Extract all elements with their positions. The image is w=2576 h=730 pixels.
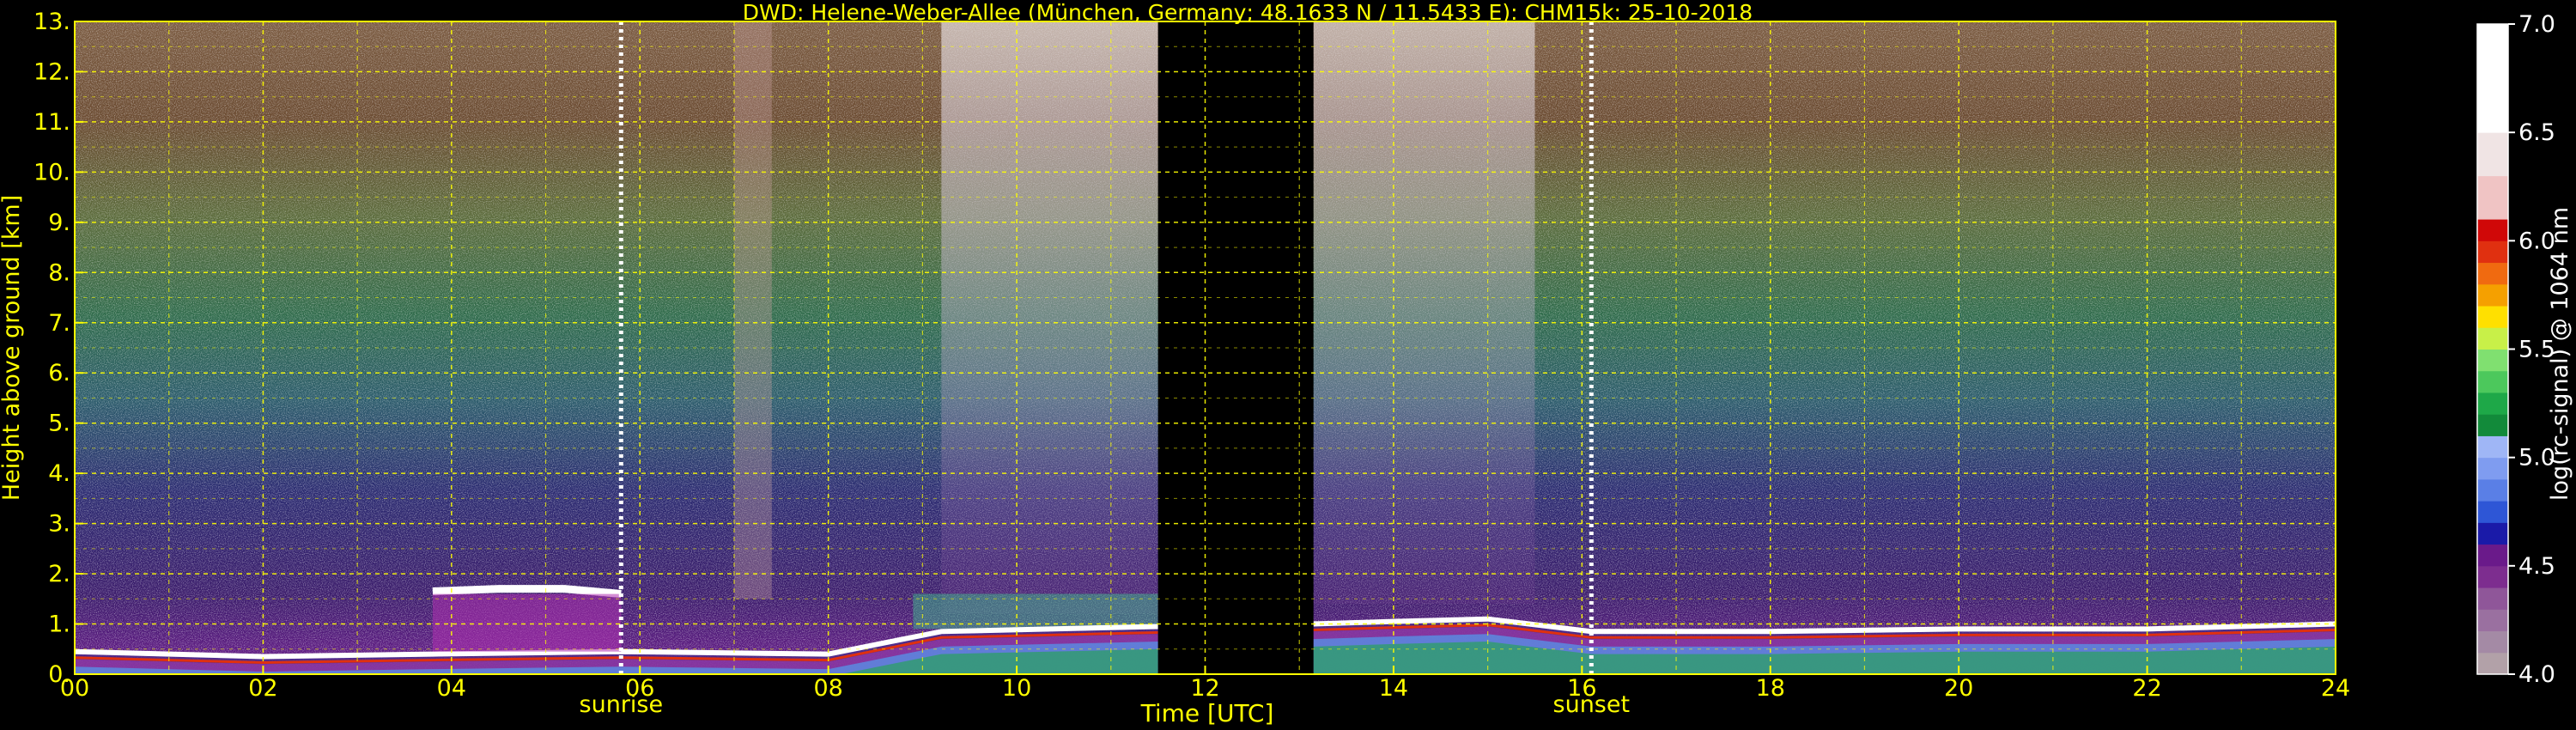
colorbar-segment (2477, 652, 2508, 675)
x-tick-label: 24 (2321, 675, 2350, 702)
colorbar-segment (2477, 370, 2508, 393)
solar-noise-afternoon (1313, 21, 1535, 605)
colorbar: 4.04.55.05.56.06.57.0 (2476, 11, 2555, 688)
x-tick-label: 02 (248, 675, 277, 702)
colorbar-segment (2477, 349, 2508, 372)
y-tick-label: 1. (48, 611, 70, 638)
y-tick-label: 7. (48, 310, 70, 337)
y-tick-label: 9. (48, 210, 70, 236)
colorbar-segment (2477, 262, 2508, 285)
colorbar-segment (2477, 609, 2508, 632)
solar-noise-streak (733, 21, 772, 599)
y-tick-label: 3. (48, 511, 70, 538)
x-tick-label: 14 (1379, 675, 1408, 702)
colorbar-segment (2477, 327, 2508, 350)
y-tick-label: 6. (48, 360, 70, 386)
y-axis-label: Height above ground [km] (0, 195, 25, 501)
colorbar-tick-label: 4.0 (2518, 661, 2555, 688)
x-tick-label: 08 (813, 675, 842, 702)
colorbar-segment (2477, 565, 2508, 588)
y-tick-label: 10. (33, 159, 70, 186)
residual-layer (432, 593, 622, 652)
lidar-chart: sunrise sunset 00 02 04 06 08 10 12 14 16 18 20 22 24… (0, 0, 2573, 727)
colorbar-segment (2477, 283, 2508, 307)
colorbar-tick-label: 4.5 (2518, 553, 2555, 580)
x-tick-label: 16 (1567, 675, 1596, 702)
y-tick-label: 2. (48, 561, 70, 587)
colorbar-segment (2477, 414, 2508, 436)
y-tick-label: 11. (33, 109, 70, 136)
colorbar-segment (2477, 544, 2508, 567)
colorbar-segment (2477, 175, 2508, 220)
x-tick-label: 18 (1756, 675, 1785, 702)
colorbar-segment (2477, 240, 2508, 264)
colorbar-segment (2477, 522, 2508, 545)
colorbar-segment (2477, 219, 2508, 241)
aerosol-layer (913, 593, 1158, 630)
x-tick-label: 06 (625, 675, 654, 702)
solar-noise-morning (941, 21, 1158, 614)
colorbar-segment (2477, 435, 2508, 459)
y-tick-label: 8. (48, 259, 70, 286)
colorbar-segment (2477, 306, 2508, 328)
colorbar-tick-label: 6.5 (2518, 119, 2555, 146)
x-tick-label: 12 (1190, 675, 1219, 702)
plot-area: sunrise sunset (74, 21, 2336, 718)
y-tick-label: 4. (48, 460, 70, 487)
colorbar-segment (2477, 587, 2508, 610)
x-axis-label: Time [UTC] (1140, 699, 1274, 727)
colorbar-tick-label: 7.0 (2518, 11, 2555, 38)
colorbar-segment (2477, 501, 2508, 523)
x-tick-label: 22 (2132, 675, 2161, 702)
x-tick-label: 10 (1002, 675, 1031, 702)
y-tick-label: 12. (33, 58, 70, 85)
colorbar-segment (2477, 478, 2508, 502)
colorbar-segment (2477, 132, 2508, 177)
x-tick-label: 20 (1944, 675, 1973, 702)
y-tick-label: 5. (48, 411, 70, 437)
colorbar-segment (2477, 24, 2508, 133)
y-tick-label: 13. (33, 9, 70, 35)
x-tick-label: 04 (437, 675, 466, 702)
chart-title: DWD: Helene-Weber-Allee (München, German… (743, 0, 1753, 25)
colorbar-segment (2477, 457, 2508, 480)
colorbar-segment (2477, 630, 2508, 654)
colorbar-label: log(rc-signal) @ 1064 nm (2547, 207, 2573, 501)
colorbar-segment (2477, 392, 2508, 415)
y-tick-label: 0. (48, 661, 70, 688)
